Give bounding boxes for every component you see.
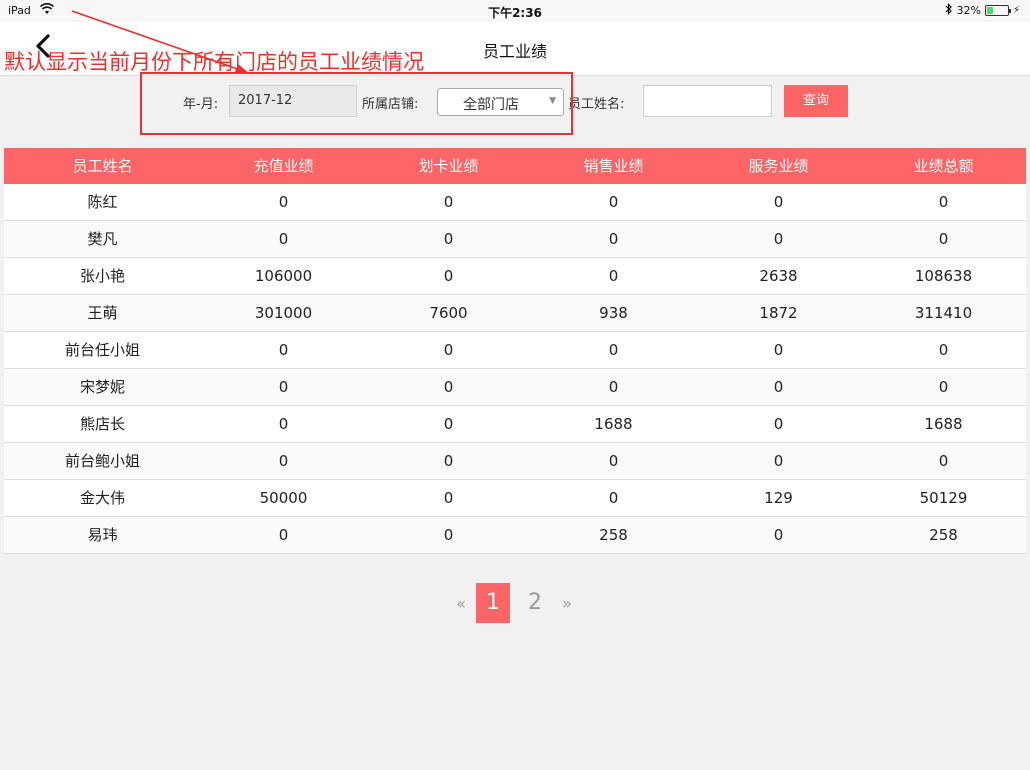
table-cell: 0 bbox=[443, 452, 454, 470]
table-cell: 0 bbox=[278, 526, 289, 544]
table-cell: 301000 bbox=[254, 304, 313, 322]
table-cell: 0 bbox=[608, 230, 619, 248]
table-cell: 0 bbox=[938, 341, 949, 359]
table-row[interactable]: 宋梦妮 0 0 0 0 0 bbox=[4, 369, 1026, 406]
column-header: 服务业绩 bbox=[748, 157, 809, 175]
table-row[interactable]: 熊店长 0 0 1688 0 1688 bbox=[4, 406, 1026, 443]
employee-name-cell: 前台任小姐 bbox=[64, 341, 140, 359]
employee-name-cell: 前台鲍小姐 bbox=[64, 452, 140, 470]
employee-name-cell: 宋梦妮 bbox=[79, 378, 125, 396]
table-cell: 938 bbox=[599, 304, 628, 322]
table-cell: 0 bbox=[278, 452, 289, 470]
table-cell: 0 bbox=[443, 526, 454, 544]
table-cell: 0 bbox=[278, 341, 289, 359]
column-header: 业绩总额 bbox=[913, 157, 974, 175]
table-cell: 311410 bbox=[914, 304, 973, 322]
table-cell: 0 bbox=[938, 230, 949, 248]
charging-icon: ⚡ bbox=[1012, 5, 1020, 16]
table-cell: 129 bbox=[764, 489, 793, 507]
table-cell: 0 bbox=[938, 452, 949, 470]
table-cell: 0 bbox=[608, 378, 619, 396]
battery-level bbox=[986, 7, 994, 14]
table-cell: 0 bbox=[773, 526, 784, 544]
column-header: 员工姓名 bbox=[72, 157, 133, 175]
next-page-button[interactable]: » bbox=[556, 594, 578, 613]
table-row[interactable]: 陈红 0 0 0 0 0 bbox=[4, 184, 1026, 221]
annotation-box bbox=[140, 72, 573, 135]
table-row[interactable]: 王萌 301000 7600 938 1872 311410 bbox=[4, 295, 1026, 332]
table-cell: 0 bbox=[443, 193, 454, 211]
table-cell: 2638 bbox=[759, 267, 798, 285]
table-cell: 106000 bbox=[254, 267, 313, 285]
page-button-2[interactable]: 2 bbox=[518, 583, 552, 623]
table-cell: 0 bbox=[608, 452, 619, 470]
table-row[interactable]: 金大伟 50000 0 0 129 50129 bbox=[4, 480, 1026, 517]
table-cell: 0 bbox=[278, 193, 289, 211]
table-cell: 0 bbox=[278, 230, 289, 248]
table-cell: 0 bbox=[773, 378, 784, 396]
query-button[interactable]: 查询 bbox=[784, 85, 848, 117]
table-cell: 0 bbox=[773, 193, 784, 211]
table-cell: 0 bbox=[443, 415, 454, 433]
prev-page-button[interactable]: « bbox=[450, 594, 472, 613]
battery-icon bbox=[984, 5, 1011, 16]
table-cell: 0 bbox=[608, 193, 619, 211]
column-header: 销售业绩 bbox=[583, 157, 644, 175]
table-row[interactable]: 前台任小姐 0 0 0 0 0 bbox=[4, 332, 1026, 369]
table-cell: 108638 bbox=[914, 267, 973, 285]
employee-name-cell: 王萌 bbox=[87, 304, 118, 322]
table-cell: 0 bbox=[773, 452, 784, 470]
employee-name-input[interactable] bbox=[643, 85, 772, 117]
table-cell: 50000 bbox=[259, 489, 308, 507]
employee-name-cell: 樊凡 bbox=[87, 230, 118, 248]
employee-name-cell: 陈红 bbox=[87, 193, 118, 211]
battery-percent: 32% bbox=[956, 4, 981, 17]
status-right: 32% ⚡ bbox=[945, 3, 1020, 18]
table-cell: 7600 bbox=[429, 304, 468, 322]
table-cell: 258 bbox=[929, 526, 958, 544]
employee-name-cell: 金大伟 bbox=[79, 489, 125, 507]
table-body: 陈红 0 0 0 0 0 樊凡 0 0 0 0 0 张小艳 106000 0 0 2638 108638 王萌 301… bbox=[4, 184, 1026, 554]
table-cell: 1688 bbox=[924, 415, 963, 433]
performance-table: 员工姓名 充值业绩 划卡业绩 销售业绩 服务业绩 业绩总额 陈红 0 0 0 0 0 樊凡 0 0 0 0 0 张… bbox=[4, 148, 1026, 554]
table-cell: 0 bbox=[443, 378, 454, 396]
page-list: 12 bbox=[472, 583, 556, 623]
table-row[interactable]: 前台鲍小姐 0 0 0 0 0 bbox=[4, 443, 1026, 480]
table-cell: 0 bbox=[773, 230, 784, 248]
table-cell: 0 bbox=[608, 267, 619, 285]
table-row[interactable]: 易玮 0 0 258 0 258 bbox=[4, 517, 1026, 554]
column-header: 充值业绩 bbox=[253, 157, 314, 175]
table-cell: 0 bbox=[608, 489, 619, 507]
table-cell: 0 bbox=[938, 378, 949, 396]
table-cell: 0 bbox=[443, 230, 454, 248]
employee-name-cell: 易玮 bbox=[87, 526, 118, 544]
table-cell: 0 bbox=[443, 267, 454, 285]
table-cell: 0 bbox=[278, 378, 289, 396]
table-cell: 0 bbox=[443, 341, 454, 359]
table-cell: 0 bbox=[773, 341, 784, 359]
table-cell: 1688 bbox=[594, 415, 633, 433]
employee-name-cell: 熊店长 bbox=[79, 415, 125, 433]
table-cell: 1872 bbox=[759, 304, 798, 322]
employee-name-cell: 张小艳 bbox=[79, 267, 125, 285]
table-cell: 0 bbox=[278, 415, 289, 433]
table-cell: 0 bbox=[773, 415, 784, 433]
table-row[interactable]: 樊凡 0 0 0 0 0 bbox=[4, 221, 1026, 258]
table-cell: 0 bbox=[608, 341, 619, 359]
table-cell: 258 bbox=[599, 526, 628, 544]
table-row[interactable]: 张小艳 106000 0 0 2638 108638 bbox=[4, 258, 1026, 295]
table-cell: 0 bbox=[443, 489, 454, 507]
table-header: 员工姓名 充值业绩 划卡业绩 销售业绩 服务业绩 业绩总额 bbox=[4, 148, 1026, 184]
column-header: 划卡业绩 bbox=[418, 157, 479, 175]
name-label: 员工姓名: bbox=[568, 97, 625, 112]
bluetooth-icon bbox=[945, 3, 953, 18]
table-cell: 0 bbox=[938, 193, 949, 211]
table-cell: 50129 bbox=[919, 489, 968, 507]
page-button-1[interactable]: 1 bbox=[476, 583, 510, 623]
pagination: « 12 » bbox=[450, 583, 578, 623]
